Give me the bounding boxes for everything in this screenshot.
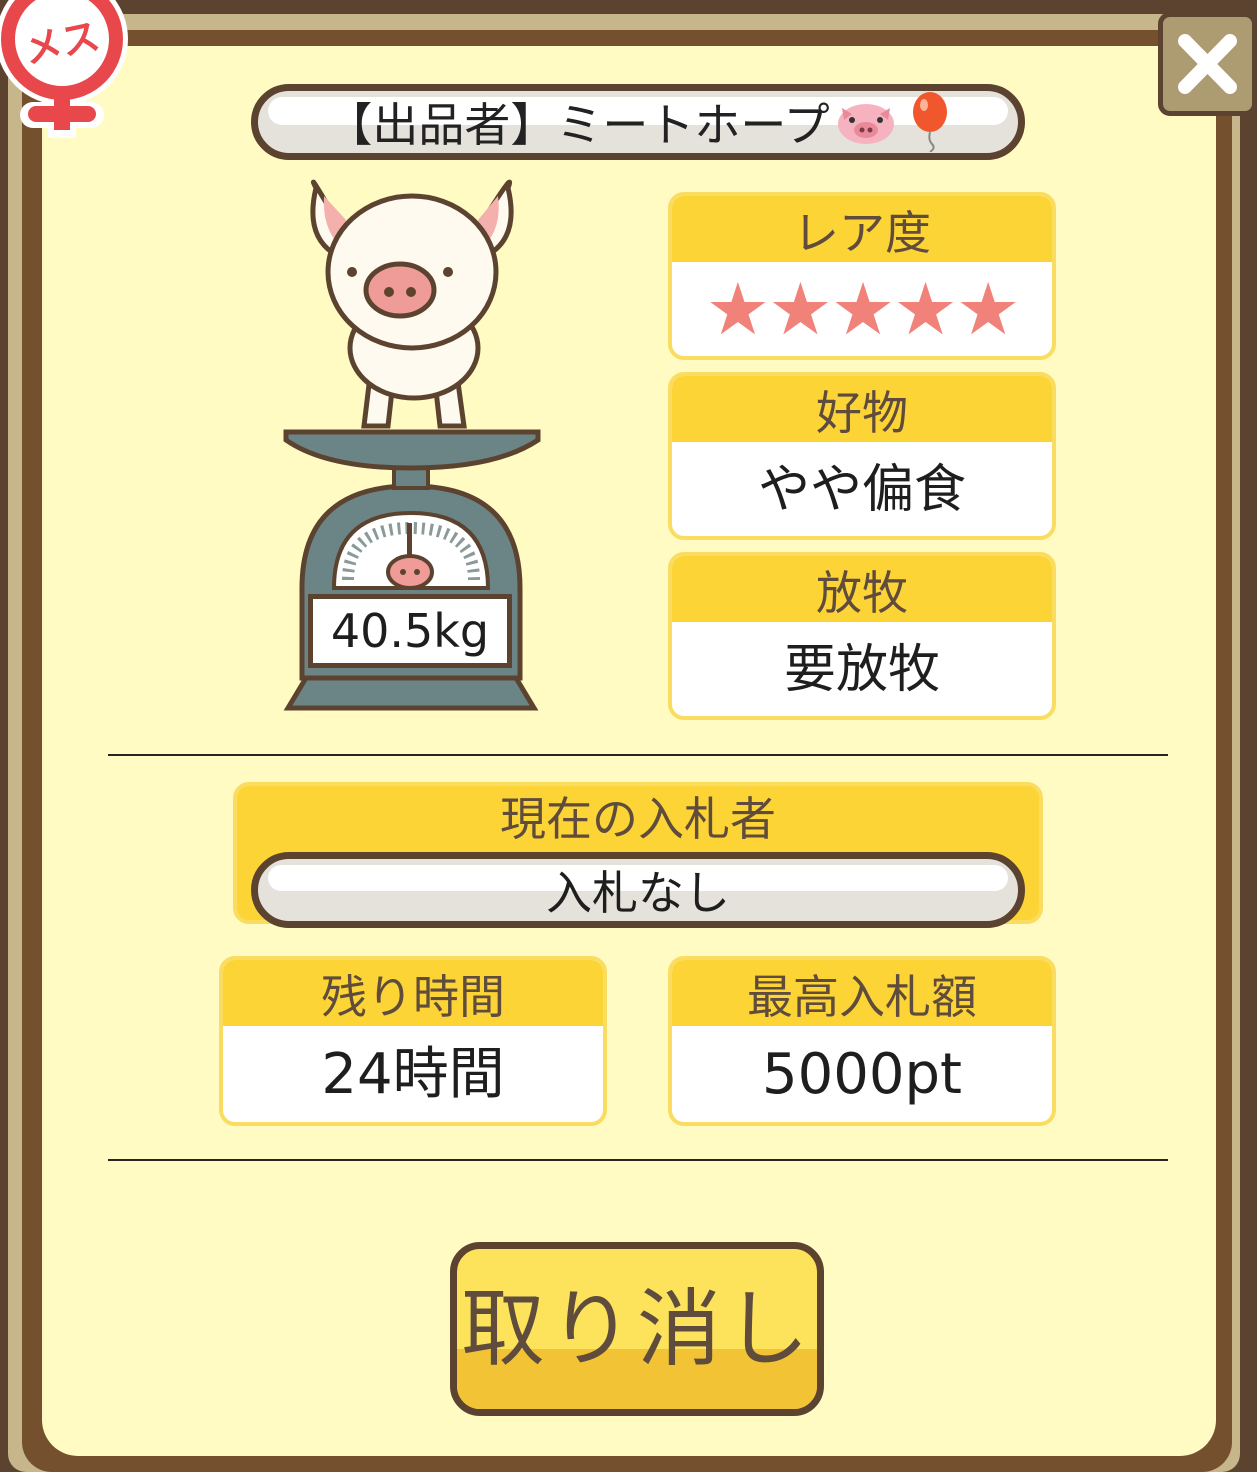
preference-card: 好物 やや偏食 xyxy=(668,372,1056,540)
close-button[interactable] xyxy=(1158,12,1257,116)
current-bidder-pill: 入札なし xyxy=(251,852,1025,928)
max-bid-value: 5000pt xyxy=(761,1042,963,1107)
female-badge-icon: メス xyxy=(0,0,128,138)
seller-name-pill: 【出品者】ミートホープ xyxy=(251,84,1025,160)
current-bidder-label: 現在の入札者 xyxy=(500,792,776,846)
grazing-card: 放牧 要放牧 xyxy=(668,552,1056,720)
seller-name: 【出品者】ミートホープ xyxy=(326,98,830,152)
rarity-label: レア度 xyxy=(672,196,1052,262)
weight-display: 40.5kg xyxy=(308,594,512,668)
time-left-value: 24時間 xyxy=(321,1042,505,1107)
time-left-card: 残り時間 24時間 xyxy=(219,956,607,1126)
pig-face-icon xyxy=(837,104,894,144)
preference-label: 好物 xyxy=(672,376,1052,442)
rarity-stars: ★★★★★ xyxy=(705,267,1021,351)
divider-top xyxy=(108,754,1168,756)
weight-value: 40.5kg xyxy=(330,604,490,658)
current-bidder-card: 現在の入札者 入札なし xyxy=(233,782,1043,928)
preference-value: やや偏食 xyxy=(757,460,966,520)
close-icon xyxy=(1178,34,1237,94)
cancel-button[interactable]: 取り消し xyxy=(450,1242,824,1416)
time-left-label: 残り時間 xyxy=(223,960,603,1026)
cancel-button-label: 取り消し xyxy=(460,1280,813,1378)
grazing-label: 放牧 xyxy=(672,556,1052,622)
max-bid-label: 最高入札額 xyxy=(672,960,1052,1026)
max-bid-card: 最高入札額 5000pt xyxy=(668,956,1056,1126)
divider-bottom xyxy=(108,1159,1168,1161)
grazing-value: 要放牧 xyxy=(783,640,940,700)
balloon-icon xyxy=(912,92,947,152)
current-bidder-value: 入札なし xyxy=(546,866,730,920)
rarity-card: レア度 ★★★★★ xyxy=(668,192,1056,360)
